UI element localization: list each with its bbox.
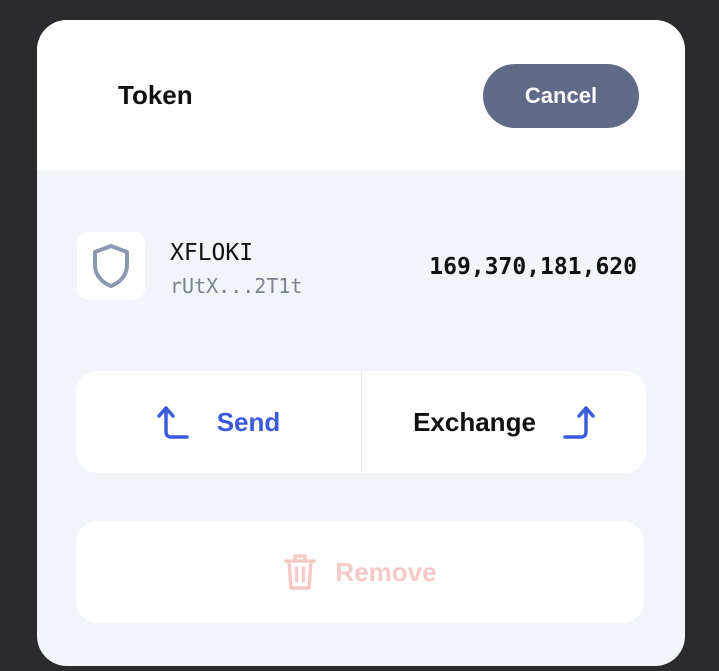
send-button[interactable]: Send — [76, 371, 361, 473]
cancel-button[interactable]: Cancel — [483, 64, 639, 128]
trash-icon — [284, 554, 317, 590]
token-name: XFLOKI — [170, 240, 254, 266]
exchange-label: Exchange — [413, 406, 536, 437]
token-address: rUtX...2T1t — [170, 274, 303, 298]
page-title: Token — [118, 80, 193, 110]
shield-icon — [93, 244, 129, 288]
token-balance: 169,370,181,620 — [429, 254, 637, 280]
token-info-row: XFLOKI rUtX...2T1t 169,370,181,620 — [77, 232, 637, 302]
remove-label: Remove — [335, 556, 437, 587]
modal-header: Token Cancel — [37, 20, 685, 170]
arrow-up-left-icon — [156, 406, 189, 439]
arrow-up-right-icon — [563, 406, 595, 439]
send-label: Send — [216, 406, 281, 437]
remove-button[interactable]: Remove — [76, 521, 644, 623]
exchange-button[interactable]: Exchange — [362, 371, 647, 473]
token-actions: Send Exchange — [76, 371, 646, 473]
token-modal: Token Cancel XFLOKI rUtX...2T1t 169,370,… — [37, 20, 685, 666]
token-avatar — [77, 232, 145, 300]
